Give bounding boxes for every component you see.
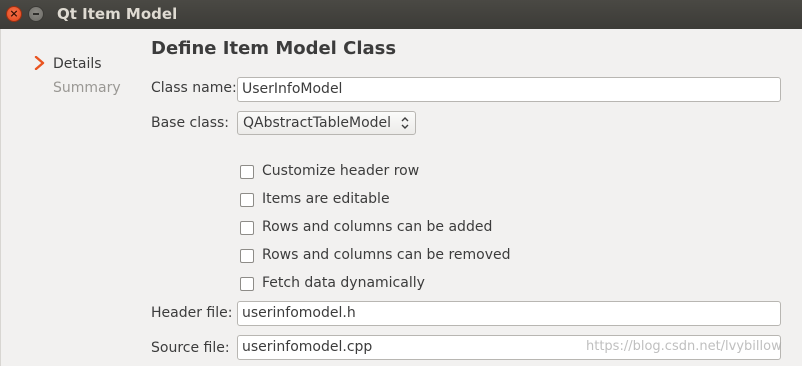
base-class-label: Base class: [151, 115, 230, 131]
option-label: Rows and columns can be added [262, 219, 493, 235]
sidebar-item-summary: Summary [53, 80, 121, 96]
checkbox[interactable] [240, 277, 254, 291]
source-file-label: Source file: [151, 340, 230, 356]
class-name-label: Class name: [151, 80, 237, 96]
base-class-select[interactable]: QAbstractTableModel [237, 111, 416, 135]
checkbox[interactable] [240, 221, 254, 235]
updown-arrows-icon [401, 117, 409, 129]
minimize-window-button[interactable] [28, 6, 44, 22]
chevron-right-icon [34, 56, 45, 70]
checkbox[interactable] [240, 249, 254, 263]
checkbox[interactable] [240, 165, 254, 179]
minimize-icon [29, 7, 43, 21]
window-title: Qt Item Model [57, 5, 178, 23]
option-label: Customize header row [262, 163, 420, 179]
sidebar-item-details: Details [53, 56, 102, 72]
close-icon: × [9, 7, 19, 20]
class-name-input[interactable]: UserInfoModel [237, 77, 781, 102]
watermark: https://blog.csdn.net/lvybillow [586, 339, 782, 354]
page-title: Define Item Model Class [151, 38, 397, 59]
checkbox[interactable] [240, 193, 254, 207]
option-label: Fetch data dynamically [262, 275, 425, 291]
option-label: Items are editable [262, 191, 390, 207]
title-bar: × Qt Item Model [0, 0, 802, 29]
header-file-label: Header file: [151, 305, 233, 321]
base-class-value: QAbstractTableModel [243, 115, 392, 131]
close-window-button[interactable]: × [6, 6, 22, 22]
option-label: Rows and columns can be removed [262, 247, 511, 263]
header-file-input[interactable]: userinfomodel.h [237, 301, 781, 326]
